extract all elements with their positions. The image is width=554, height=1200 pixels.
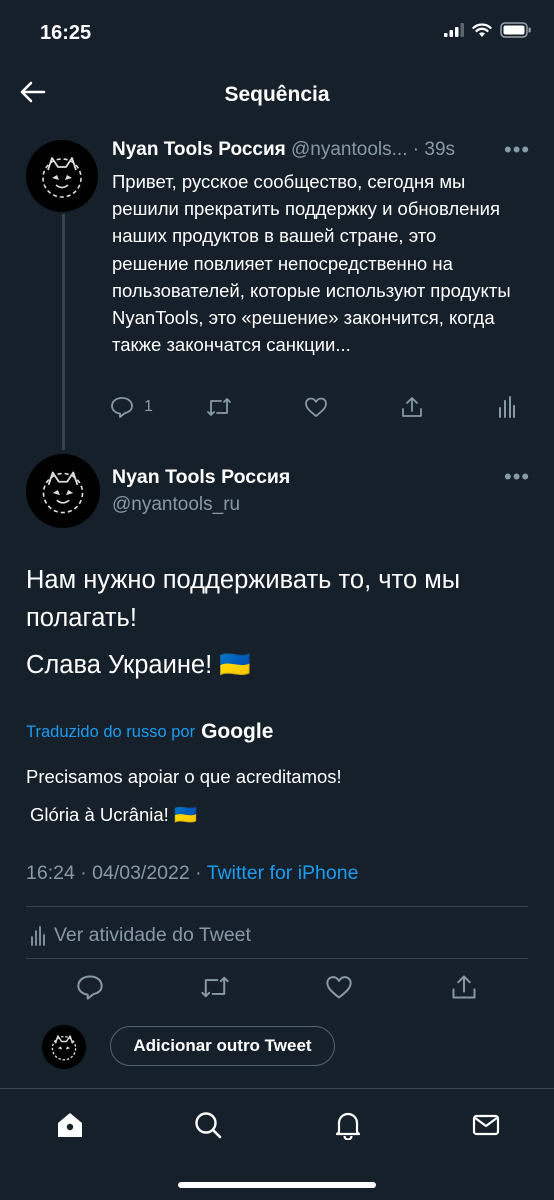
mail-icon	[472, 1114, 500, 1136]
bell-icon	[335, 1112, 361, 1140]
display-name[interactable]: Nyan Tools Россия	[112, 466, 290, 489]
timestamp[interactable]: 16:24 · 04/03/2022 ·	[26, 862, 207, 884]
tweet-actions: 1	[110, 396, 520, 422]
like-button[interactable]	[325, 974, 353, 1000]
tweet-header: Nyan Tools Россия @nyantools... · 39s	[112, 139, 455, 161]
tweet-actions	[0, 972, 554, 1002]
avatar[interactable]	[26, 140, 98, 212]
analytics-button[interactable]	[498, 396, 516, 418]
translation-text-line2: Glória à Ucrânia! 🇺🇦	[30, 804, 197, 825]
divider	[26, 906, 528, 907]
thread-connector	[62, 214, 65, 450]
signal-icon	[444, 23, 464, 37]
tab-home[interactable]	[52, 1107, 88, 1143]
nyan-logo-icon	[26, 454, 100, 528]
divider	[26, 958, 528, 959]
translation-credit[interactable]: Traduzido do russo por Google	[26, 720, 273, 744]
add-tweet-button[interactable]: Adicionar outro Tweet	[110, 1026, 335, 1066]
reply-icon	[77, 975, 103, 1000]
share-icon	[402, 397, 422, 417]
status-time: 16:25	[40, 22, 92, 44]
tweet-time: · 39s	[412, 139, 456, 160]
source-link[interactable]: Twitter for iPhone	[207, 862, 359, 884]
retweet-icon	[201, 976, 229, 998]
status-icons	[444, 22, 532, 38]
tweet-meta: 16:24 · 04/03/2022 · Twitter for iPhone	[26, 862, 358, 885]
nyan-logo-icon	[42, 1025, 86, 1069]
tweet-text: Нам нужно поддерживать то, что мы полага…	[26, 566, 461, 632]
more-options-button[interactable]: •••	[504, 464, 530, 490]
reply-button[interactable]: 1	[110, 396, 153, 418]
activity-label: Ver atividade do Tweet	[54, 924, 251, 946]
more-options-button[interactable]: •••	[504, 137, 530, 163]
search-icon	[195, 1112, 222, 1139]
tab-notifications[interactable]	[330, 1107, 366, 1143]
analytics-icon	[499, 396, 515, 418]
battery-icon	[500, 22, 531, 38]
nyan-logo-icon	[26, 140, 98, 212]
reply-button[interactable]	[76, 974, 104, 1000]
page-title: Sequência	[224, 83, 330, 106]
tweet-text-line2: Слава Украине! 🇺🇦	[26, 651, 252, 679]
like-button[interactable]	[304, 396, 328, 418]
handle[interactable]: @nyantools...	[291, 139, 407, 160]
retweet-button[interactable]	[206, 396, 232, 418]
translation-text: Precisamos apoiar o que acreditamos!	[26, 766, 342, 787]
translated-label: Traduzido do russo por	[26, 722, 196, 741]
tab-search[interactable]	[190, 1107, 226, 1143]
tweet-text[interactable]: Привет, русское сообщество, сегодня мы р…	[112, 168, 512, 358]
status-bar: 16:25	[0, 0, 554, 66]
tab-messages[interactable]	[468, 1107, 504, 1143]
display-name[interactable]: Nyan Tools Россия	[112, 139, 286, 160]
analytics-icon	[31, 925, 45, 946]
wifi-icon	[472, 22, 492, 37]
user-avatar[interactable]	[42, 1025, 86, 1069]
handle[interactable]: @nyantools_ru	[112, 494, 240, 516]
reply-icon	[111, 397, 133, 418]
google-logo: Google	[201, 720, 274, 743]
top-nav-bar: Sequência	[0, 66, 554, 122]
avatar[interactable]	[26, 454, 100, 528]
home-indicator[interactable]	[178, 1182, 376, 1188]
retweet-button[interactable]	[200, 974, 230, 1000]
heart-icon	[305, 397, 327, 417]
retweet-icon	[207, 398, 231, 416]
share-icon	[452, 975, 476, 999]
home-icon	[58, 1113, 82, 1137]
share-button[interactable]	[450, 974, 478, 1000]
view-activity-button[interactable]: Ver atividade do Tweet	[30, 924, 251, 947]
heart-icon	[326, 976, 352, 999]
reply-count: 1	[144, 398, 153, 415]
share-button[interactable]	[400, 396, 424, 418]
